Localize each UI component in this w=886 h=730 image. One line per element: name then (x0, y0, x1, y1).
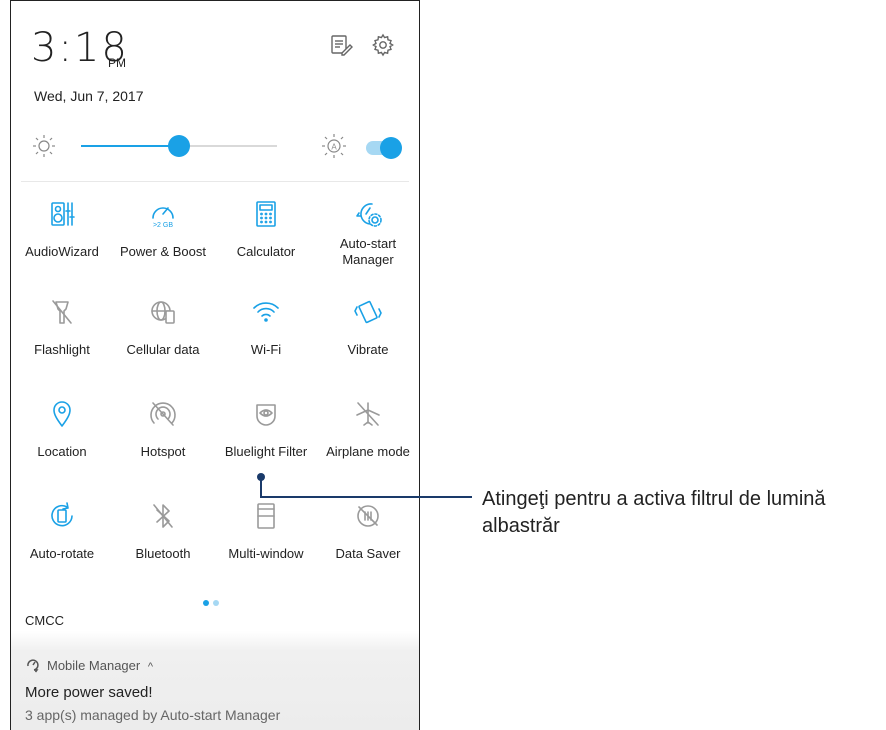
tile-label: AudioWizard (25, 244, 99, 259)
cellular-data-icon (148, 297, 178, 327)
tile-label: Airplane mode (326, 444, 410, 459)
tile-label: Bluetooth (135, 546, 191, 561)
tile-label: Location (37, 444, 87, 459)
tile-bluetooth[interactable]: Bluetooth (112, 501, 214, 601)
callout-line-1: Atingeţi pentru a activa filtrul de lumi… (482, 488, 826, 510)
tile-auto-start[interactable]: Auto-start Manager (317, 199, 419, 299)
location-icon (47, 399, 77, 429)
page-dot-active (203, 600, 209, 606)
tile-audiowizard[interactable]: AudioWizard (11, 199, 113, 299)
carrier-label: CMCC (25, 613, 64, 628)
airplane-icon (353, 399, 383, 429)
callout-line (260, 496, 472, 498)
tile-label: Auto-start Manager (339, 236, 397, 267)
tile-label: Wi-Fi (250, 342, 282, 357)
brightness-row: A (11, 131, 419, 161)
bluetooth-icon (148, 501, 178, 531)
tile-bluelight-filter[interactable]: Bluelight Filter (215, 399, 317, 499)
page-dot (213, 600, 219, 606)
callout-line-2: albastrăr (482, 515, 560, 537)
brightness-low-icon (31, 133, 57, 159)
date-label: Wed, Jun 7, 2017 (34, 88, 144, 104)
multi-window-icon (251, 501, 281, 531)
svg-text:A: A (331, 143, 337, 152)
notification-app-name: Mobile Manager (47, 657, 141, 673)
tile-power-boost[interactable]: >2 GB Power & Boost (112, 199, 214, 299)
vibrate-icon (353, 297, 383, 327)
tile-label: Auto-rotate (29, 546, 95, 561)
auto-start-icon (353, 199, 383, 229)
audiowizard-icon (47, 199, 77, 229)
tile-location[interactable]: Location (11, 399, 113, 499)
tile-wifi[interactable]: Wi-Fi (215, 297, 317, 397)
calculator-icon (251, 199, 281, 229)
gear-icon[interactable] (371, 33, 395, 57)
auto-brightness-icon: A (321, 133, 347, 159)
brightness-slider-knob[interactable] (168, 135, 190, 157)
quick-settings-panel: 3:18 PM Wed, Jun 7, 2017 A AudioWizard >… (10, 0, 420, 730)
tile-label: Data Saver (335, 546, 401, 561)
tile-label: Bluelight Filter (224, 444, 308, 459)
tile-label: Hotspot (140, 444, 186, 459)
tile-hotspot[interactable]: Hotspot (112, 399, 214, 499)
auto-brightness-toggle[interactable] (366, 137, 402, 159)
auto-rotate-icon (47, 501, 77, 531)
edit-icon[interactable] (329, 33, 353, 57)
tile-cellular-data[interactable]: Cellular data (112, 297, 214, 397)
page-indicator (201, 593, 221, 611)
callout-dot (257, 473, 265, 481)
toggle-knob (380, 137, 402, 159)
callout-text: Atingeţi pentru a activa filtrul de lumi… (482, 486, 826, 540)
tile-label: Vibrate (347, 342, 389, 357)
brightness-slider-fill (81, 145, 179, 147)
bluelight-filter-icon (251, 399, 281, 429)
notification-title: More power saved! (25, 684, 153, 701)
svg-text:>2 GB: >2 GB (153, 222, 173, 229)
tile-label: Calculator (236, 244, 296, 259)
flashlight-icon (47, 297, 77, 327)
data-saver-icon (353, 501, 383, 531)
tile-data-saver[interactable]: Data Saver (317, 501, 419, 601)
tile-label: Flashlight (34, 342, 90, 357)
notification-text: 3 app(s) managed by Auto-start Manager (25, 707, 281, 723)
chevron-up-icon: ^ (147, 660, 154, 673)
tile-label: Multi-window (228, 546, 304, 561)
notification-header[interactable]: Mobile Manager ^ (25, 657, 153, 676)
tile-airplane[interactable]: Airplane mode (317, 399, 419, 499)
mobile-manager-icon (25, 657, 41, 676)
wifi-icon (251, 297, 281, 327)
notification-card[interactable]: Mobile Manager ^ More power saved! 3 app… (11, 631, 419, 730)
power-boost-icon: >2 GB (148, 199, 178, 229)
divider (21, 181, 409, 182)
tile-multi-window[interactable]: Multi-window (215, 501, 317, 601)
tile-label: Power & Boost (120, 244, 206, 259)
tile-vibrate[interactable]: Vibrate (317, 297, 419, 397)
tile-calculator[interactable]: Calculator (215, 199, 317, 299)
tile-label: Cellular data (126, 342, 200, 357)
clock-ampm: PM (108, 56, 126, 70)
brightness-slider[interactable] (81, 135, 277, 157)
tile-flashlight[interactable]: Flashlight (11, 297, 113, 397)
hotspot-icon (148, 399, 178, 429)
tile-auto-rotate[interactable]: Auto-rotate (11, 501, 113, 601)
